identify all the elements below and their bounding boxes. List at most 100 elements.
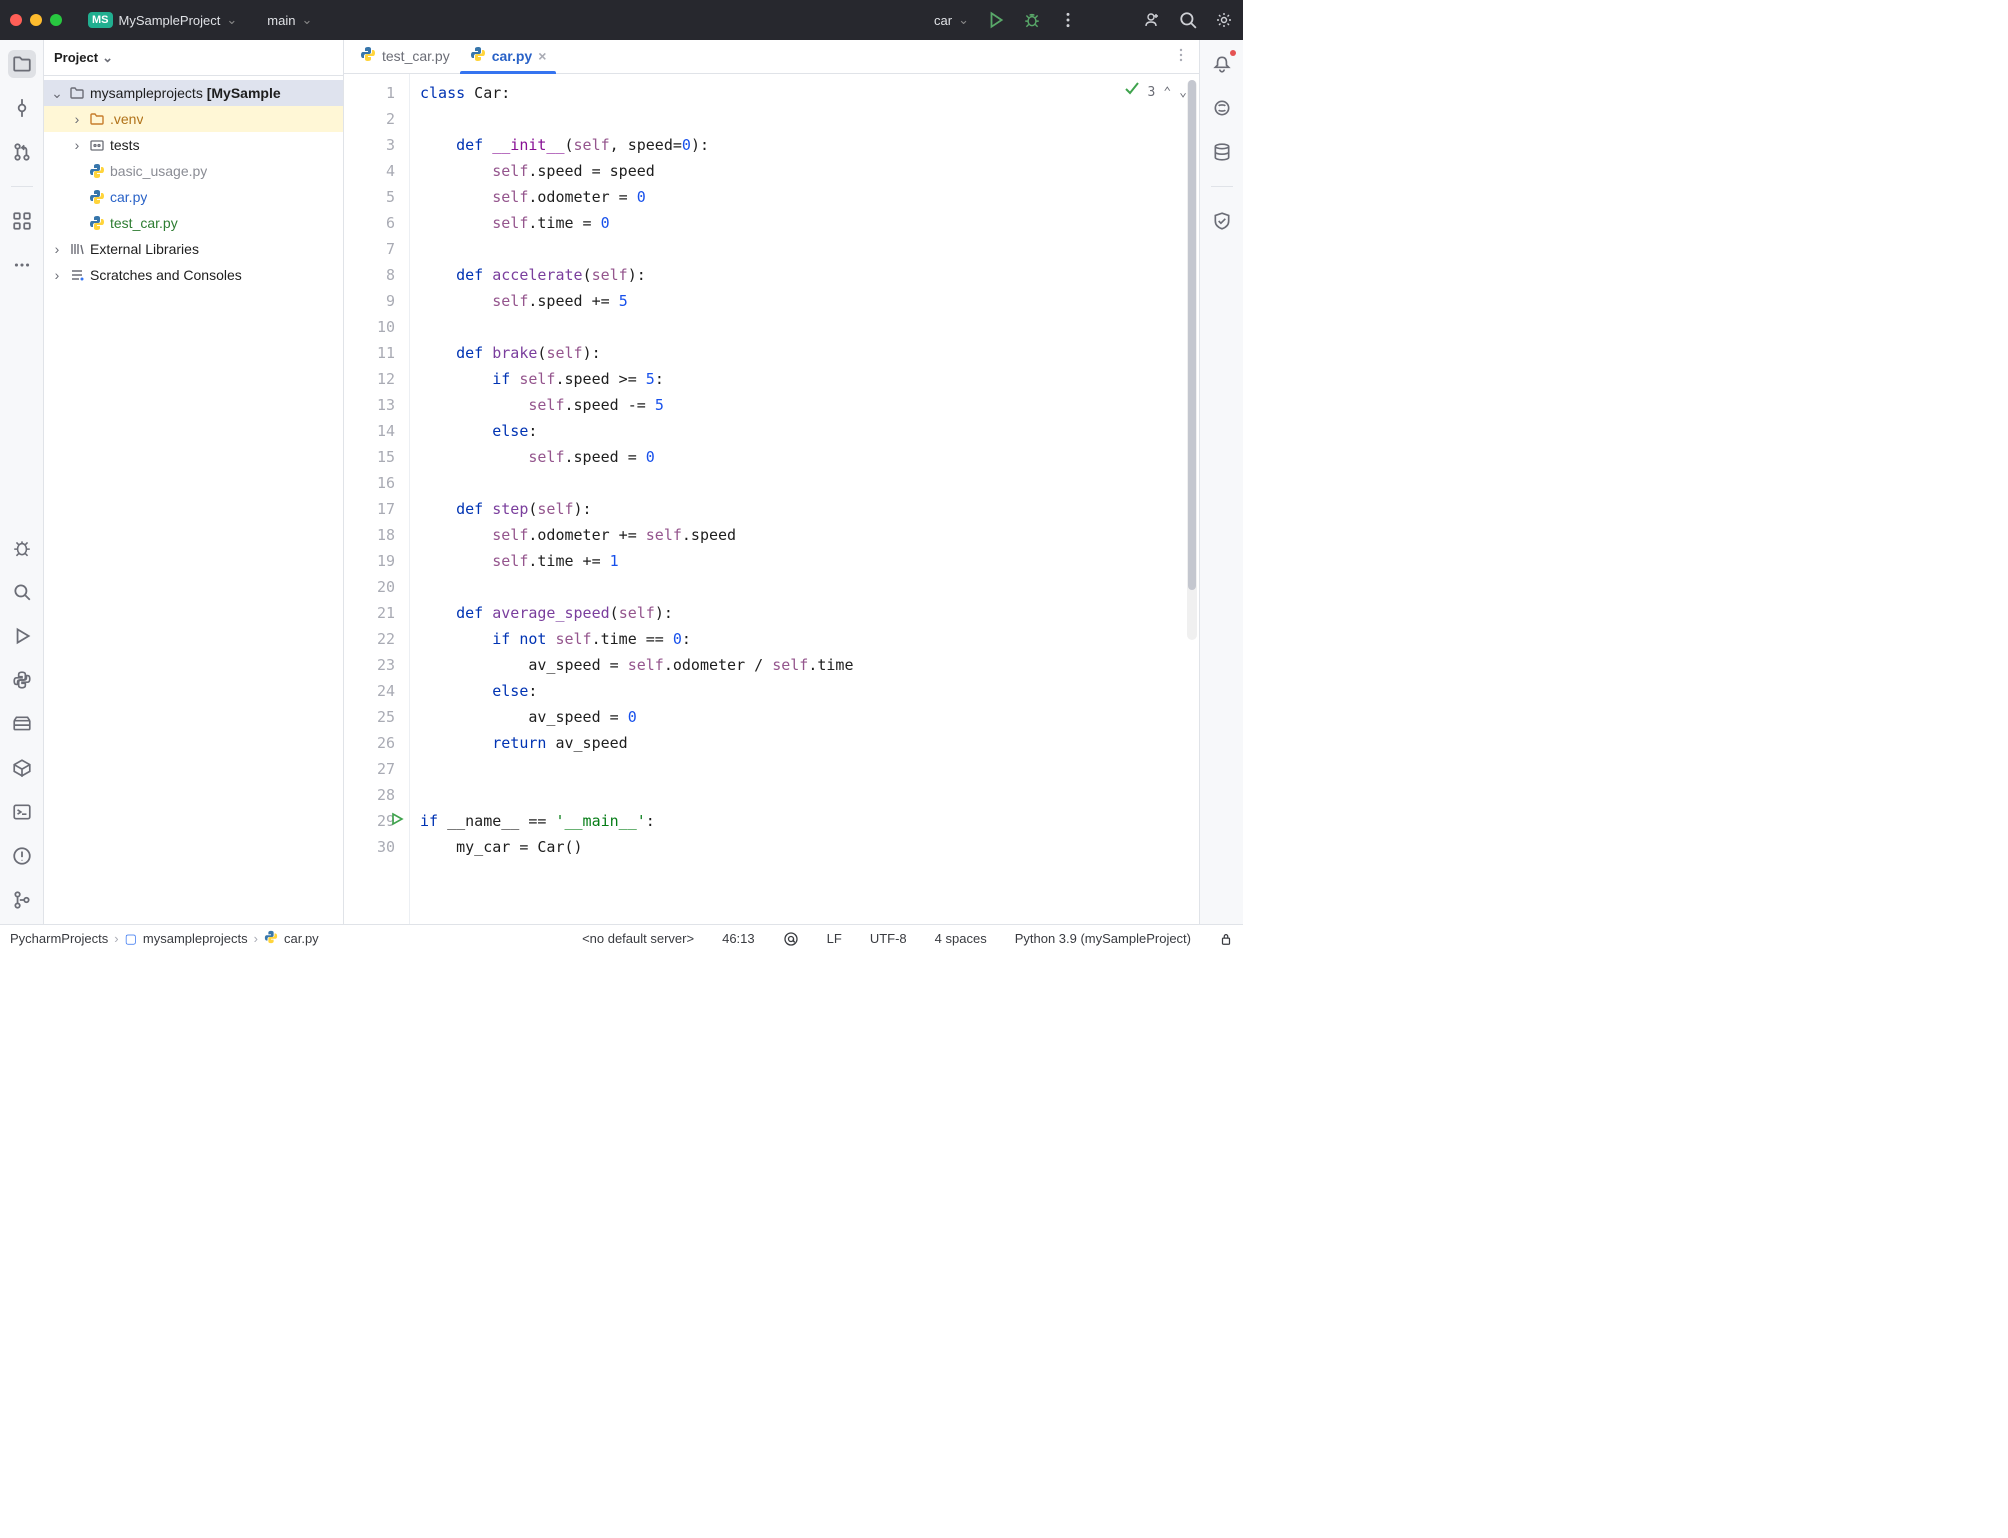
editor-tabs: test_car.py car.py ×: [344, 40, 1199, 74]
left-tool-strip: [0, 40, 44, 924]
project-badge: MS: [88, 12, 113, 28]
project-tool-button[interactable]: [8, 50, 36, 78]
package-icon: [88, 137, 106, 153]
editor-area: test_car.py car.py × 1234567891011121314…: [344, 40, 1199, 924]
crumb[interactable]: PycharmProjects: [10, 931, 108, 946]
chevron-right-icon: ›: [254, 931, 258, 946]
tree-label: External Libraries: [90, 241, 199, 257]
chevron-right-icon[interactable]: ›: [70, 137, 84, 153]
ai-assistant-button[interactable]: [1208, 94, 1236, 122]
find-tool-button[interactable]: [8, 578, 36, 606]
notification-dot-icon: [1230, 50, 1236, 56]
right-tool-strip: [1199, 40, 1243, 924]
database-tool-button[interactable]: [1208, 138, 1236, 166]
pull-requests-tool-button[interactable]: [8, 138, 36, 166]
check-icon: [1124, 80, 1140, 106]
tree-label: Scratches and Consoles: [90, 267, 242, 283]
debug-tool-button[interactable]: [8, 534, 36, 562]
vcs-branch[interactable]: main ⌄: [261, 12, 312, 28]
python-console-button[interactable]: [8, 666, 36, 694]
chevron-down-icon[interactable]: ⌄: [50, 85, 64, 102]
window-controls: [10, 14, 62, 26]
tab-test-car[interactable]: test_car.py: [350, 40, 460, 73]
at-icon[interactable]: [783, 931, 799, 947]
commit-tool-button[interactable]: [8, 94, 36, 122]
crumb[interactable]: car.py: [284, 931, 319, 946]
python-packages-button[interactable]: [8, 710, 36, 738]
indent[interactable]: 4 spaces: [935, 931, 987, 946]
search-icon[interactable]: [1179, 11, 1197, 29]
tree-label: car.py: [110, 189, 147, 205]
breadcrumb[interactable]: PycharmProjects › ▢ mysampleprojects › c…: [10, 930, 319, 947]
tree-file-car[interactable]: car.py: [44, 184, 343, 210]
folder-icon: [88, 111, 106, 127]
code-content[interactable]: 3 ⌃ ⌄ class Car: def __init__(self, spee…: [410, 74, 1199, 924]
problems-tool-button[interactable]: [8, 842, 36, 870]
run-button[interactable]: [987, 11, 1005, 29]
code-with-me-icon[interactable]: [1143, 11, 1161, 29]
titlebar: MS MySampleProject ⌄ main ⌄ car ⌄: [0, 0, 1243, 40]
tree-file-test[interactable]: test_car.py: [44, 210, 343, 236]
python-file-icon: [88, 189, 106, 205]
chevron-down-icon: ⌄: [958, 12, 969, 28]
close-window-icon[interactable]: [10, 14, 22, 26]
minimize-window-icon[interactable]: [30, 14, 42, 26]
close-tab-icon[interactable]: ×: [538, 49, 546, 63]
chevron-right-icon[interactable]: ›: [70, 111, 84, 127]
python-file-icon: [470, 46, 486, 65]
vcs-tool-button[interactable]: [8, 886, 36, 914]
tree-label: test_car.py: [110, 215, 178, 231]
tree-item-venv[interactable]: › .venv: [44, 106, 343, 132]
tree-label: mysampleprojects [MySample: [90, 85, 281, 101]
services-tool-button[interactable]: [8, 754, 36, 782]
tree-root[interactable]: ⌄ mysampleprojects [MySample: [44, 80, 343, 106]
chevron-right-icon[interactable]: ›: [50, 267, 64, 283]
scrollbar[interactable]: [1187, 80, 1197, 640]
tree-label: .venv: [110, 111, 143, 127]
interpreter[interactable]: Python 3.9 (mySampleProject): [1015, 931, 1191, 946]
line-ending[interactable]: LF: [827, 931, 842, 946]
tree-item-tests[interactable]: › tests: [44, 132, 343, 158]
more-tools-icon[interactable]: [8, 251, 36, 279]
settings-icon[interactable]: [1215, 11, 1233, 29]
chevron-right-icon[interactable]: ›: [50, 241, 64, 257]
chevron-down-icon: ⌄: [226, 12, 237, 28]
module-icon: ▢: [125, 931, 137, 947]
run-config-name: car: [934, 13, 952, 28]
tree-item-external[interactable]: › External Libraries: [44, 236, 343, 262]
project-selector[interactable]: MS MySampleProject ⌄: [80, 8, 245, 32]
run-config-selector[interactable]: car ⌄: [928, 12, 969, 28]
project-name: MySampleProject: [119, 13, 221, 28]
crumb[interactable]: mysampleprojects: [143, 931, 248, 946]
tree-label: basic_usage.py: [110, 163, 207, 179]
chevron-down-icon: ⌄: [102, 50, 113, 66]
maximize-window-icon[interactable]: [50, 14, 62, 26]
deployment-status[interactable]: <no default server>: [582, 931, 694, 946]
encoding[interactable]: UTF-8: [870, 931, 907, 946]
tree-file-basic[interactable]: basic_usage.py: [44, 158, 343, 184]
shield-icon[interactable]: [1208, 207, 1236, 235]
tree-item-scratches[interactable]: › Scratches and Consoles: [44, 262, 343, 288]
code-editor[interactable]: 1234567891011121314151617181920212223242…: [344, 74, 1199, 924]
tab-more-icon[interactable]: [1173, 47, 1189, 66]
structure-tool-button[interactable]: [8, 207, 36, 235]
problems-count: 3: [1148, 80, 1156, 106]
inspection-widget[interactable]: 3 ⌃ ⌄: [1124, 80, 1187, 106]
run-gutter-icon[interactable]: [390, 808, 404, 834]
library-icon: [68, 241, 86, 257]
run-tool-button[interactable]: [8, 622, 36, 650]
project-tool-window: Project ⌄ ⌄ mysampleprojects [MySample ›…: [44, 40, 344, 924]
lock-icon[interactable]: [1219, 932, 1233, 946]
prev-problem-icon[interactable]: ⌃: [1163, 80, 1171, 106]
python-file-icon: [88, 163, 106, 179]
project-tree: ⌄ mysampleprojects [MySample › .venv › t…: [44, 76, 343, 288]
tab-car[interactable]: car.py ×: [460, 40, 557, 73]
more-actions-icon[interactable]: [1059, 11, 1077, 29]
project-panel-header[interactable]: Project ⌄: [44, 40, 343, 76]
caret-position[interactable]: 46:13: [722, 931, 755, 946]
gutter[interactable]: 1234567891011121314151617181920212223242…: [344, 74, 410, 924]
python-file-icon: [88, 215, 106, 231]
next-problem-icon[interactable]: ⌄: [1179, 80, 1187, 106]
terminal-tool-button[interactable]: [8, 798, 36, 826]
debug-button[interactable]: [1023, 11, 1041, 29]
